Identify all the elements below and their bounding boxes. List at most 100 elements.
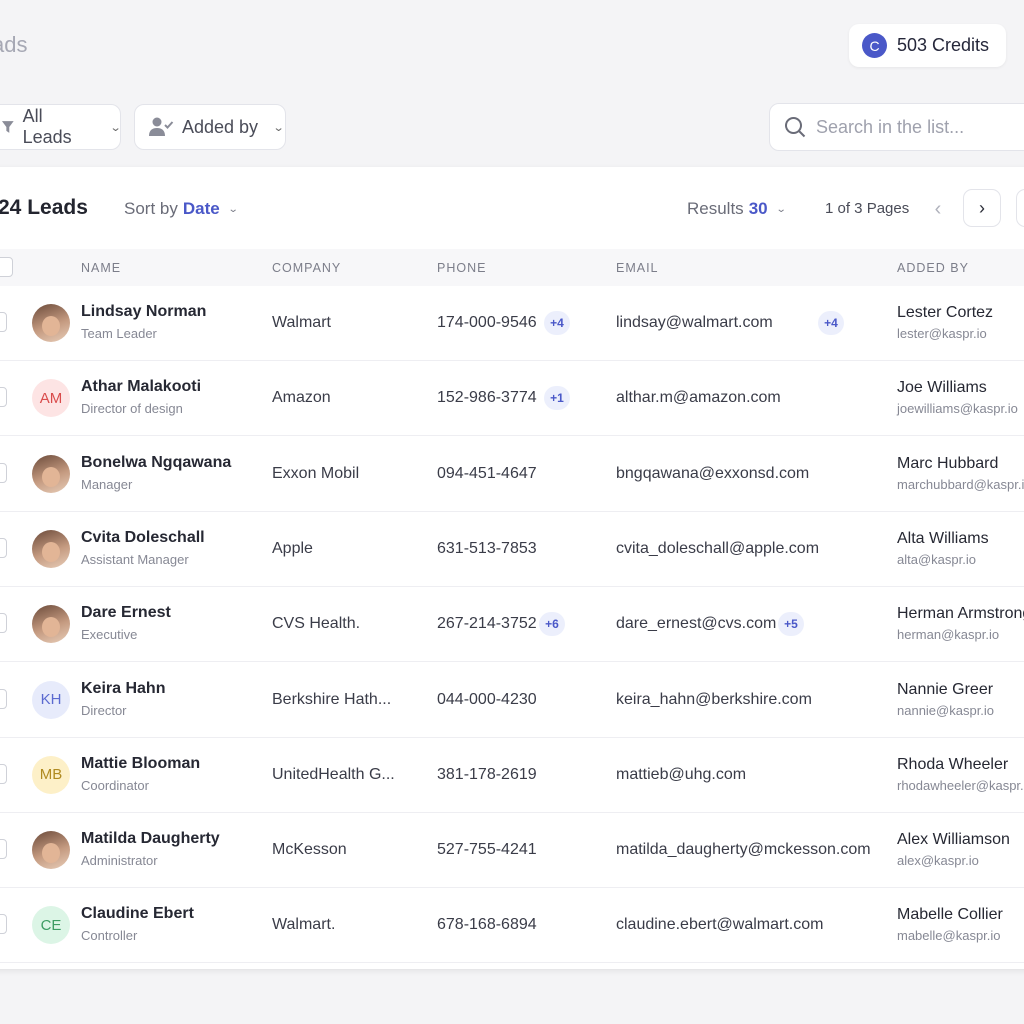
added-by-email: alta@kaspr.io [897,551,976,567]
added-by-name: Alta Williams [897,529,989,547]
lead-role: Coordinator [81,777,149,793]
lead-name[interactable]: Claudine Ebert [81,905,194,923]
row-checkbox[interactable] [0,312,7,332]
lead-name[interactable]: Matilda Daugherty [81,830,220,848]
lead-name[interactable]: Dare Ernest [81,604,171,622]
chevron-down-icon: ⌄ [109,121,122,134]
prev-page-button[interactable]: ‹ [926,193,950,225]
lead-role: Administrator [81,853,158,869]
row-checkbox[interactable] [0,537,7,558]
lead-phone: 678-168-6894 [437,916,537,934]
lead-phone: 631-513-7853 [437,539,537,557]
lead-company: Berkshire Hath... [272,690,392,708]
table-row[interactable]: KH Keira Hahn Director Berkshire Hath...… [0,663,1024,738]
added-by-email: rhodawheeler@kaspr.io [897,777,1024,793]
search-input[interactable] [816,116,1016,138]
row-checkbox[interactable] [0,914,7,935]
table-row[interactable]: Bonelwa Ngqawana Manager Exxon Mobil 094… [0,437,1024,512]
lead-company: Walmart. [272,916,336,934]
row-checkbox[interactable] [0,839,7,860]
avatar-photo [32,605,70,644]
avatar: CE [32,906,70,945]
next-page-button[interactable]: › [963,189,1001,227]
column-header-name[interactable]: NAME [81,261,121,275]
chevron-down-icon: ⌄ [227,203,239,215]
results-dropdown[interactable]: Results 30 ⌄ [687,199,786,219]
credits-badge[interactable]: C 503 Credits [849,24,1006,67]
email-extra-badge[interactable]: +4 [818,311,844,335]
lead-name[interactable]: Lindsay Norman [81,303,206,321]
column-header-added-by[interactable]: ADDED BY [897,261,969,275]
added-by-email: marchubbard@kaspr.io [897,476,1024,492]
select-all-checkbox[interactable] [0,257,13,277]
lead-company: CVS Health. [272,615,361,633]
avatar: MB [32,755,70,794]
added-by-name: Marc Hubbard [897,454,999,472]
phone-extra-badge[interactable]: +6 [539,612,565,637]
search-box[interactable] [769,103,1024,151]
column-header-company[interactable]: COMPANY [272,261,341,275]
chevron-right-icon: › [979,197,985,218]
added-by-email: mabelle@kaspr.io [897,928,1001,944]
table-row[interactable]: Lindsay Norman Team Leader Walmart 174-0… [0,286,1024,361]
lead-phone: 094-451-4647 [437,464,537,482]
lead-phone: 267-214-3752 [437,615,537,633]
lead-email: cvita_doleschall@apple.com [616,539,820,557]
lead-role: Director of design [81,401,183,417]
table-row[interactable]: CE Claudine Ebert Controller Walmart. 67… [0,888,1024,964]
sort-label: Sort by [124,199,178,218]
avatar-photo [32,454,70,493]
added-by-email: alex@kaspr.io [897,853,979,869]
table-header [0,249,1024,286]
lead-email: lindsay@walmart.com [616,314,773,331]
added-by-name: Mabelle Collier [897,906,1003,924]
page-title: ads [0,32,28,57]
credits-coin-icon: C [862,33,887,58]
lead-email: matilda_daugherty@mckesson.com [616,841,871,859]
added-by-filter[interactable]: Added by ⌄ [134,104,286,150]
user-check-icon [149,117,174,136]
table-row[interactable]: Matilda Daugherty Administrator McKesson… [0,813,1024,889]
table-row[interactable]: Cvita Doleschall Assistant Manager Apple… [0,512,1024,587]
search-icon [785,117,806,138]
added-by-name: Alex Williamson [897,831,1010,849]
email-extra-badge[interactable]: +5 [778,612,804,637]
lead-name[interactable]: Cvita Doleschall [81,529,205,547]
lead-name[interactable]: Mattie Blooman [81,755,200,773]
lead-role: Executive [81,627,138,643]
more-button[interactable] [1016,189,1024,227]
sort-dropdown[interactable]: Sort by Date ⌄ [124,199,239,219]
lead-name[interactable]: Athar Malakooti [81,378,201,396]
column-header-email[interactable]: EMAIL [616,261,659,275]
row-checkbox[interactable] [0,387,7,408]
table-row[interactable]: Dare Ernest Executive CVS Health. 267-21… [0,587,1024,663]
all-leads-label: All Leads [22,106,72,147]
lead-phone: 527-755-4241 [437,841,537,859]
lead-phone: 044-000-4230 [437,690,537,708]
lead-email: althar.m@amazon.com [616,389,781,407]
added-by-name: Herman Armstrong [897,605,1024,623]
row-checkbox[interactable] [0,688,7,709]
phone-extra-badge[interactable]: +4 [544,311,570,335]
added-by-email: joewilliams@kaspr.io [897,401,1018,417]
added-by-name: Nannie Greer [897,680,994,698]
lead-name[interactable]: Keira Hahn [81,680,165,698]
row-checkbox[interactable] [0,613,7,634]
filter-icon [1,121,14,133]
row-checkbox[interactable] [0,462,7,483]
table-row[interactable]: MB Mattie Blooman Coordinator UnitedHeal… [0,738,1024,813]
table-row[interactable]: AM Athar Malakooti Director of design Am… [0,361,1024,437]
lead-company: Walmart [272,314,331,331]
lead-role: Team Leader [81,326,157,341]
sort-value: Date [182,199,220,218]
phone-extra-badge[interactable]: +1 [544,386,570,411]
results-value: 30 [748,199,768,218]
all-leads-filter[interactable]: All Leads ⌄ [0,104,121,150]
leads-count: 24 Leads [0,196,88,219]
lead-phone: 381-178-2619 [437,765,537,783]
added-by-email: nannie@kaspr.io [897,702,995,718]
lead-name[interactable]: Bonelwa Ngqawana [81,454,231,472]
column-header-phone[interactable]: PHONE [437,261,486,275]
added-by-email: lester@kaspr.io [897,326,987,341]
row-checkbox[interactable] [0,763,7,784]
